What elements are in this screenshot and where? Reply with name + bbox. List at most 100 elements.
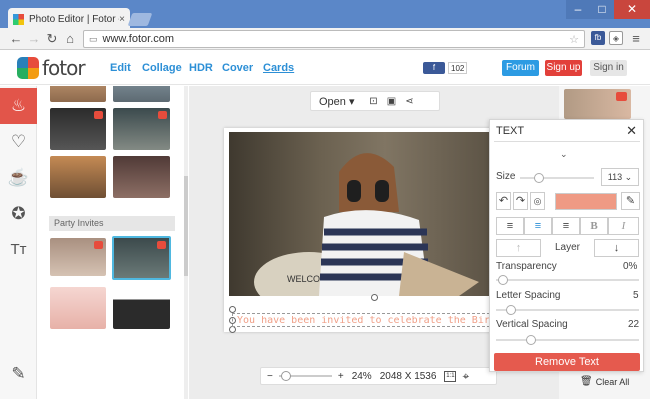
tab-close-icon[interactable]: × [119,14,125,25]
open-label: Open [319,95,346,108]
nav-edit[interactable]: Edit [110,62,131,74]
remove-text-button[interactable]: Remove Text [494,353,640,371]
facebook-share[interactable]: f 102 [423,62,468,74]
brand-name: fotor [42,56,86,80]
template-thumb[interactable] [50,287,106,329]
template-thumb[interactable] [113,108,170,150]
zoom-in-button[interactable]: + [338,371,344,382]
effects-button[interactable]: ◎ [530,192,545,210]
template-scrollbar[interactable] [184,86,188,399]
close-panel-icon[interactable]: ✕ [626,123,637,139]
maximize-button[interactable]: □ [590,0,614,19]
right-thumb[interactable] [564,89,631,119]
reload-icon[interactable]: ↻ [44,31,60,47]
clear-all-label: Clear All [595,376,630,387]
shield-extension-icon[interactable]: ◈ [609,31,623,45]
browser-tab[interactable]: Photo Editor | Fotor - Fre × [8,8,130,30]
star-badge-icon[interactable]: ✪ [0,196,37,232]
size-slider-knob[interactable] [534,173,544,183]
forward-icon[interactable]: → [26,31,42,47]
forum-button[interactable]: Forum [502,60,539,76]
screenshot-icon[interactable]: ⊡ [365,96,383,107]
letter-spacing-slider[interactable] [496,305,639,315]
nav-cards[interactable]: Cards [263,62,294,74]
trash-icon: 🗑 [580,376,593,387]
clear-all-button[interactable]: 🗑 Clear All [580,376,629,387]
divider [494,141,640,142]
scrollbar-thumb[interactable] [184,176,188,276]
template-thumb[interactable] [113,156,170,198]
vertical-spacing-slider[interactable] [496,335,639,345]
actual-size-button[interactable]: 1:1 [444,370,457,382]
template-thumb[interactable] [50,108,106,150]
layer-down-button[interactable]: ↓ [594,239,639,257]
zoom-slider[interactable] [278,371,332,381]
favorite-heart-icon[interactable] [94,241,103,249]
facebook-icon[interactable]: f [423,62,445,74]
align-center-button[interactable]: ≡ [524,217,552,235]
url-field[interactable]: ▭ www.fotor.com ☆ [83,30,585,48]
favorite-heart-icon[interactable] [616,92,627,101]
nav-hdr[interactable]: HDR [189,62,213,74]
collapse-chevron-icon[interactable]: ⌄ [560,149,568,160]
menu-icon[interactable]: ≡ [628,31,644,47]
transparency-label: Transparency [496,261,557,272]
url-text[interactable]: www.fotor.com [103,33,570,45]
layer-up-button[interactable]: ↑ [496,239,541,257]
favorite-heart-icon[interactable] [94,111,103,119]
transparency-knob[interactable] [498,275,508,285]
favorite-heart-icon[interactable] [157,241,166,249]
coffee-icon[interactable]: ☕ [0,160,37,196]
text-selection-box[interactable] [232,313,490,327]
back-icon[interactable]: ← [8,31,24,47]
minimize-button[interactable]: – [566,0,590,19]
size-value: 113 [607,172,623,182]
align-right-button[interactable]: ≡ [552,217,580,235]
template-thumb[interactable] [50,86,106,102]
template-thumb[interactable] [50,238,106,276]
resize-handle[interactable] [229,326,236,333]
redo-button[interactable]: ↷ [513,192,528,210]
edit-square-icon[interactable]: ✎ [0,356,37,392]
open-dropdown[interactable]: Open ▾ [319,95,355,108]
share-icon[interactable]: ⋖ [401,96,419,107]
home-icon[interactable]: ⌂ [62,31,78,47]
resize-handle[interactable] [229,306,236,313]
template-thumb[interactable] [113,86,170,102]
nav-cover[interactable]: Cover [222,62,253,74]
close-window-button[interactable]: ✕ [614,0,650,19]
nav-collage[interactable]: Collage [142,62,182,74]
save-icon[interactable]: ▣ [383,96,401,107]
eyedropper-icon[interactable]: ✎ [621,192,640,210]
color-swatch[interactable] [555,193,617,210]
zoom-out-button[interactable]: − [267,371,273,382]
signup-button[interactable]: Sign up [545,60,582,76]
fit-screen-icon[interactable]: ⌖ [462,369,469,384]
template-thumb[interactable] [50,156,106,198]
transparency-slider[interactable] [496,275,639,285]
card-photo[interactable]: WELCOME [229,132,489,296]
letter-spacing-knob[interactable] [506,305,516,315]
logo-mark-icon [17,57,39,79]
heart-hands-icon[interactable]: ♡ [0,124,37,160]
bold-button[interactable]: B [580,217,608,235]
signin-button[interactable]: Sign in [590,60,627,76]
rotate-handle[interactable] [371,294,378,301]
cake-icon[interactable]: ♨ [0,88,37,124]
align-left-button[interactable]: ≡ [496,217,524,235]
bookmark-star-icon[interactable]: ☆ [569,33,579,46]
fotor-logo[interactable]: fotor [17,56,86,80]
template-thumb[interactable] [113,287,170,329]
size-select[interactable]: 113 ⌄ [601,168,639,186]
vertical-spacing-knob[interactable] [526,335,536,345]
size-slider[interactable] [520,173,594,183]
template-thumb-selected[interactable] [112,236,171,280]
undo-button[interactable]: ↶ [496,192,511,210]
fb-extension-icon[interactable]: fb [591,31,605,45]
favorite-heart-icon[interactable] [158,111,167,119]
image-dimensions: 2048 X 1536 [380,371,437,382]
italic-button[interactable]: I [608,217,639,235]
zoom-slider-knob[interactable] [280,371,291,381]
text-size-icon[interactable]: Tт [0,232,37,268]
zoom-bar: − + 24% 2048 X 1536 1:1 ⌖ [260,367,497,385]
